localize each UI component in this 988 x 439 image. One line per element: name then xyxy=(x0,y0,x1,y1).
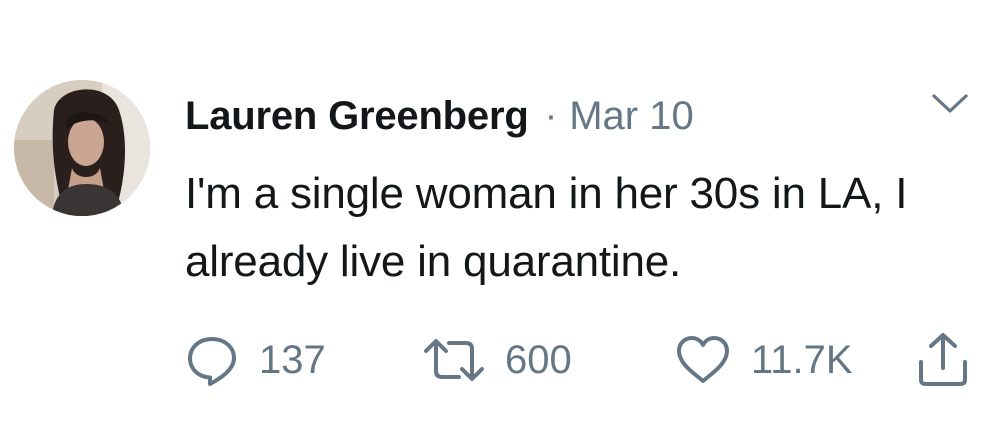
tweet-text: I'm a single woman in her 30s in LA, I a… xyxy=(185,169,908,286)
share-icon xyxy=(919,333,967,386)
retweet-count: 600 xyxy=(505,337,572,382)
like-count: 11.7K xyxy=(751,337,853,382)
tweet-timestamp[interactable]: Mar 10 xyxy=(569,94,694,139)
tweet-menu-button[interactable] xyxy=(930,92,970,116)
like-button[interactable]: 11.7K xyxy=(675,330,853,390)
retweet-icon xyxy=(424,339,484,381)
avatar[interactable] xyxy=(14,80,150,216)
author-name[interactable]: Lauren Greenberg xyxy=(185,94,529,139)
heart-icon xyxy=(677,336,729,383)
avatar-photo xyxy=(14,80,150,216)
tweet-actions: 137 600 11.7K xyxy=(185,330,985,390)
chevron-down-icon xyxy=(932,94,968,113)
reply-count: 137 xyxy=(259,337,326,382)
tweet-card[interactable]: Lauren Greenberg · Mar 10 I'm a single w… xyxy=(0,0,988,439)
reply-icon xyxy=(188,337,236,386)
retweet-button[interactable]: 600 xyxy=(423,330,572,390)
tweet-header: Lauren Greenberg · Mar 10 xyxy=(185,86,694,146)
reply-button[interactable]: 137 xyxy=(185,330,326,390)
header-separator: · xyxy=(544,94,558,137)
share-button[interactable] xyxy=(915,330,971,390)
